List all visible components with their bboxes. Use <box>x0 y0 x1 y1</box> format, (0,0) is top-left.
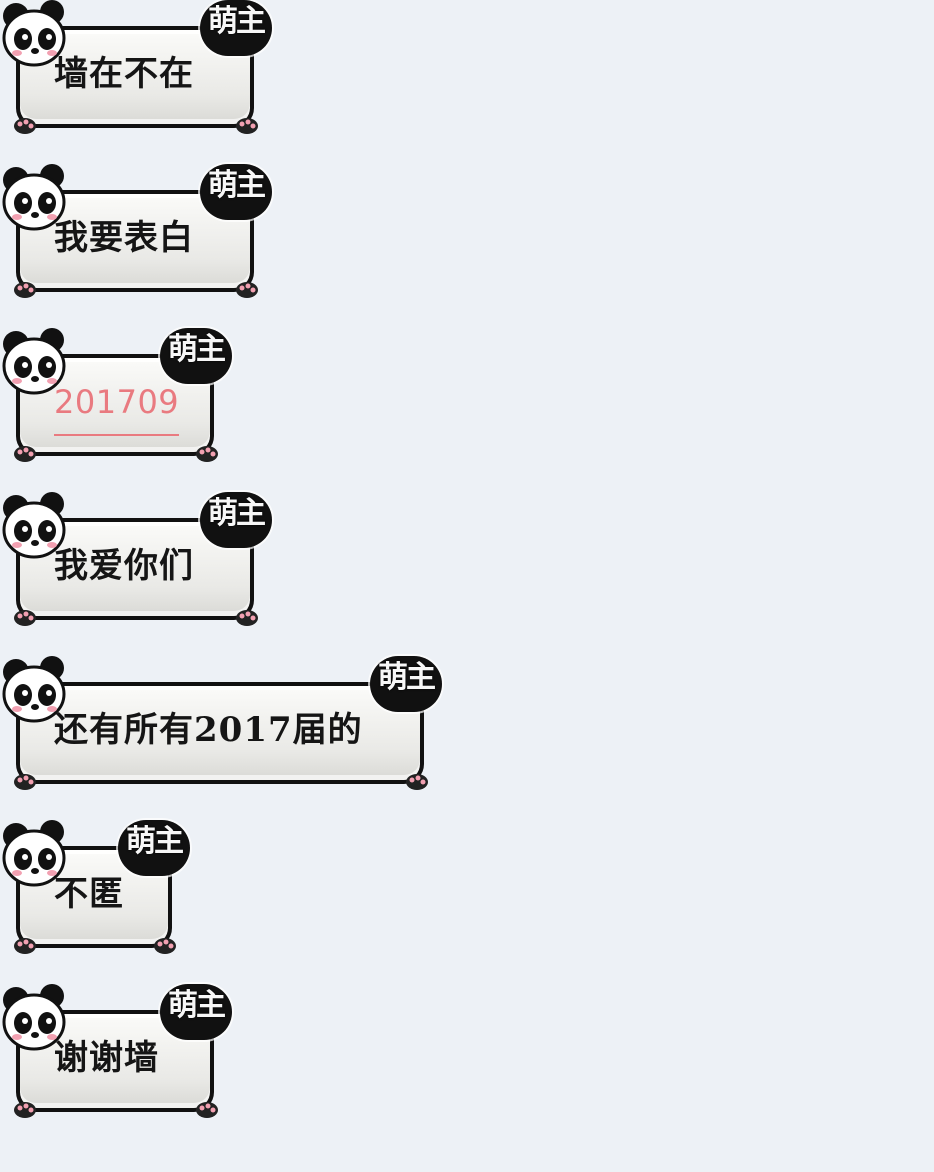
host-badge-label: 萌主 <box>208 496 266 531</box>
message-text: 墙在不在 <box>54 54 194 94</box>
paw-icon <box>14 938 36 954</box>
host-badge: 萌主 <box>160 984 232 1040</box>
message-item[interactable]: 不匿 萌主 <box>0 820 194 958</box>
paw-icon <box>154 938 176 954</box>
message-text: 还有所有2017届的 <box>54 710 363 750</box>
message-item[interactable]: 我爱你们 萌主 <box>0 492 276 630</box>
host-badge-label: 萌主 <box>126 824 184 859</box>
host-badge-label: 萌主 <box>208 168 266 203</box>
host-badge-label: 萌主 <box>208 4 266 39</box>
panda-icon <box>2 0 66 67</box>
host-badge: 萌主 <box>200 0 272 56</box>
paw-icon <box>14 610 36 626</box>
host-badge-label: 萌主 <box>168 988 226 1023</box>
panda-icon <box>2 984 66 1051</box>
paw-icon <box>14 118 36 134</box>
host-badge-label: 萌主 <box>168 332 226 367</box>
paw-icon <box>196 1102 218 1118</box>
message-item[interactable]: 墙在不在 萌主 <box>0 0 276 138</box>
paw-icon <box>14 446 36 462</box>
host-badge: 萌主 <box>160 328 232 384</box>
message-bubble[interactable]: 还有所有2017届的 <box>14 682 428 790</box>
chat-message-list: 墙在不在 萌主 我要表白 萌主 201709 萌主 我爱你们 萌主 还有所有20… <box>0 0 934 1172</box>
paw-icon <box>236 610 258 626</box>
message-text: 我爱你们 <box>54 546 194 586</box>
paw-icon <box>406 774 428 790</box>
message-item[interactable]: 201709 萌主 <box>0 328 236 466</box>
message-item[interactable]: 还有所有2017届的 萌主 <box>0 656 446 794</box>
panda-icon <box>2 492 66 559</box>
paw-icon <box>236 282 258 298</box>
paw-icon <box>14 1102 36 1118</box>
message-link[interactable]: 201709 <box>54 382 180 436</box>
panda-icon <box>2 328 66 395</box>
panda-icon <box>2 656 66 723</box>
host-badge-label: 萌主 <box>378 660 436 695</box>
message-text: 我要表白 <box>54 218 194 258</box>
paw-icon <box>14 282 36 298</box>
paw-icon <box>14 774 36 790</box>
message-item[interactable]: 谢谢墙 萌主 <box>0 984 236 1122</box>
panda-icon <box>2 820 66 887</box>
paw-icon <box>236 118 258 134</box>
host-badge: 萌主 <box>200 492 272 548</box>
message-item[interactable]: 我要表白 萌主 <box>0 164 276 302</box>
host-badge: 萌主 <box>118 820 190 876</box>
panda-icon <box>2 164 66 231</box>
host-badge: 萌主 <box>200 164 272 220</box>
host-badge: 萌主 <box>370 656 442 712</box>
paw-icon <box>196 446 218 462</box>
